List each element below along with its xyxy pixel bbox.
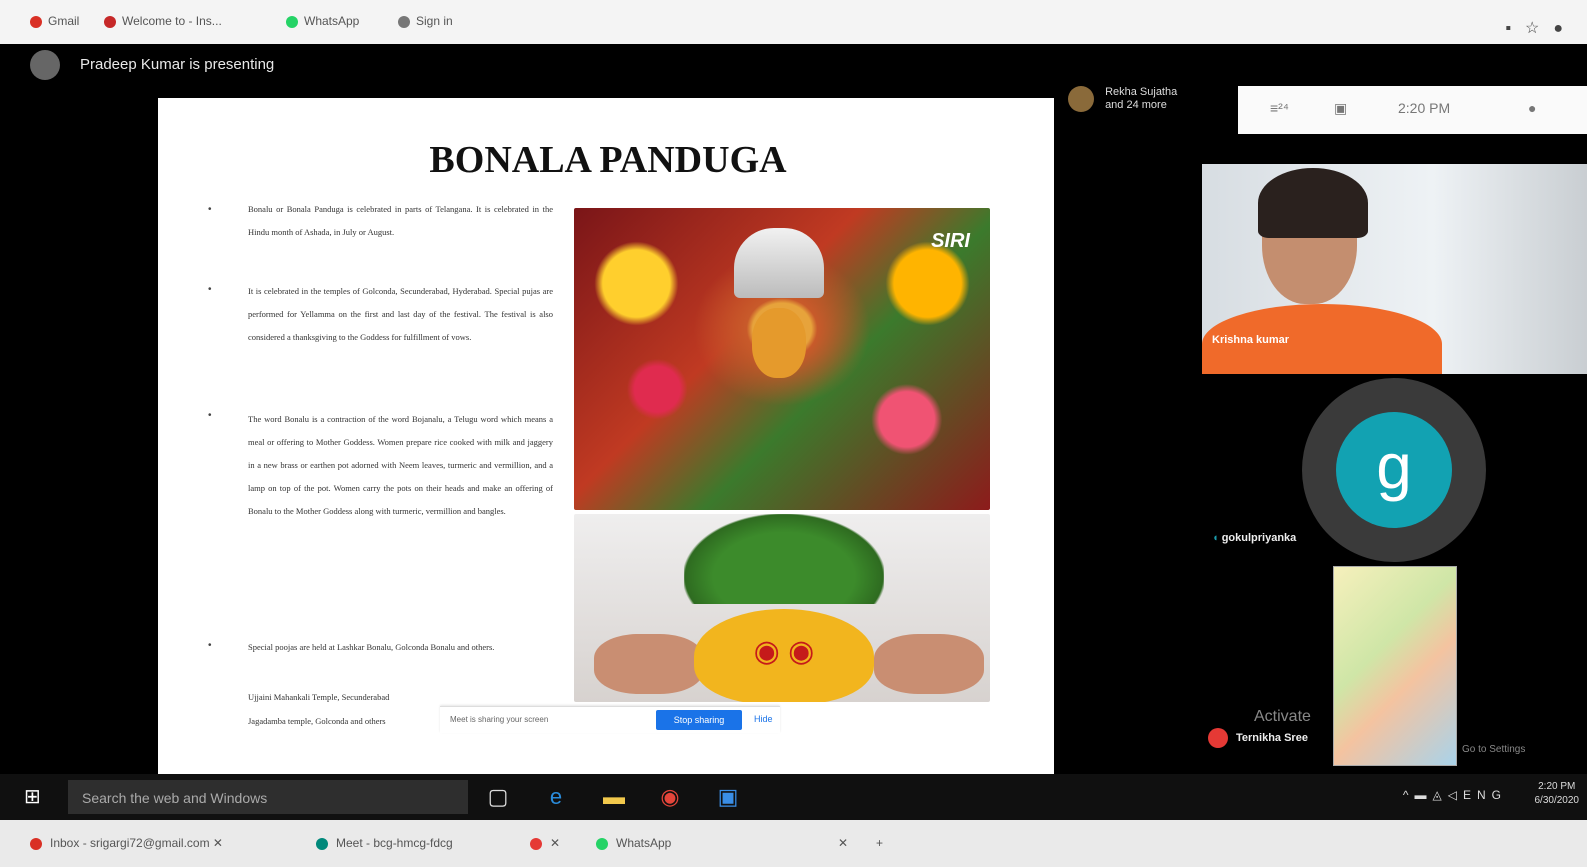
hand-shape <box>874 634 984 694</box>
pot-face-shape: ◉ ◉ <box>753 635 815 668</box>
globe-icon <box>398 15 410 28</box>
meet-top-tray: ≡²⁴ ▣ 2:20 PM ● <box>1238 86 1587 134</box>
meet-icon <box>316 837 328 850</box>
tab-gmail[interactable]: Inbox - srigargi72@gmail.com ✕ <box>30 836 223 850</box>
participant-name: Krishna kumar <box>1212 334 1290 346</box>
whatsapp-icon <box>286 15 298 28</box>
share-message: Meet is sharing your screen <box>450 715 549 724</box>
idol-face-shape <box>752 308 806 378</box>
extension-icon[interactable]: ● <box>1553 20 1577 37</box>
youtube-icon <box>104 15 116 28</box>
speaker-name: Rekha Sujatha <box>1105 86 1178 98</box>
presenter-avatar <box>30 50 60 80</box>
bullet-icon: • <box>208 410 212 421</box>
gmail-icon <box>30 837 42 850</box>
network-icon[interactable]: ◬ <box>1433 788 1448 802</box>
goddess-image: SIRI <box>574 208 990 510</box>
browser-bookmarks-bar: Gmail Welcome to - Ins... WhatsApp Sign … <box>0 0 1587 44</box>
active-speaker-card: Rekha Sujatha and 24 more <box>1068 86 1177 112</box>
neem-leaves-shape <box>684 514 884 604</box>
star-icon[interactable]: ☆ <box>1525 20 1553 37</box>
participant-map-tile[interactable] <box>1333 566 1457 766</box>
windows-activate-watermark: Activate <box>1254 708 1311 725</box>
slide-paragraph: The word Bonalu is a contraction of the … <box>248 414 553 516</box>
browser-tab-strip: Inbox - srigargi72@gmail.com ✕ Meet - bc… <box>0 820 1587 867</box>
audio-level-icon: ◖ <box>1212 532 1222 544</box>
bookmark-whatsapp[interactable]: WhatsApp <box>286 14 359 28</box>
bookmark-gmail[interactable]: Gmail <box>30 14 79 28</box>
stop-sharing-button[interactable]: Stop sharing <box>656 710 742 730</box>
speaker-avatar <box>1068 86 1094 112</box>
presenter-banner: Pradeep Kumar is presenting <box>30 50 274 80</box>
participant-avatar-tile[interactable]: g ◖ gokulpriyanka <box>1202 378 1587 562</box>
taskbar-search-input[interactable]: Search the web and Windows <box>68 780 468 814</box>
new-tab-button[interactable]: + <box>876 836 883 850</box>
bookmark-welcome[interactable]: Welcome to - Ins... <box>104 14 222 28</box>
meet-clock: 2:20 PM <box>1398 100 1451 116</box>
chat-icon[interactable]: ▣ <box>1334 100 1347 117</box>
gmail-icon <box>30 15 42 28</box>
edge-icon[interactable]: e <box>540 782 572 812</box>
presented-slide: BONALA PANDUGA • Bonalu or Bonala Pandug… <box>158 98 1054 784</box>
participant-video-tile[interactable]: Krishna kumar <box>1202 164 1587 374</box>
slide-paragraph: Bonalu or Bonala Panduga is celebrated i… <box>248 204 553 237</box>
participant-name-badge: Ternikha Sree <box>1208 728 1308 748</box>
store-icon[interactable]: ▣ <box>712 782 744 812</box>
hide-share-bar-button[interactable]: Hide <box>754 714 773 724</box>
bullet-icon: • <box>208 284 212 295</box>
slide-paragraph: Special poojas are held at Lashkar Bonal… <box>248 642 495 652</box>
tab-whatsapp[interactable]: WhatsApp <box>596 836 671 850</box>
screen-share-bar: Meet is sharing your screen Stop sharing… <box>440 706 780 733</box>
participant-avatar: g <box>1336 412 1452 528</box>
participant-initial-badge <box>1208 728 1228 748</box>
speaker-sub: and 24 more <box>1105 99 1167 111</box>
close-tab-icon[interactable]: ✕ <box>838 836 848 850</box>
bullet-icon: • <box>208 204 212 215</box>
tab-meet[interactable]: Meet - bcg-hmcg-fdcg <box>316 836 453 850</box>
slide-paragraph: It is celebrated in the temples of Golco… <box>248 286 553 342</box>
tray-lang[interactable]: ENG <box>1463 788 1507 802</box>
task-view-icon[interactable]: ▢ <box>482 782 514 812</box>
hand-shape <box>594 634 704 694</box>
slide-title: BONALA PANDUGA <box>429 139 787 181</box>
browser-toolbar-icons: ▪☆● <box>1505 18 1577 38</box>
crown-shape <box>734 228 824 298</box>
windows-taskbar: ⊞ Search the web and Windows ▢ e ▬ ◉ ▣ ^… <box>0 774 1587 820</box>
self-avatar[interactable]: ● <box>1528 100 1536 116</box>
chrome-icon[interactable]: ◉ <box>654 782 686 812</box>
participant-name: ◖ gokulpriyanka <box>1212 532 1297 544</box>
record-icon <box>530 837 542 850</box>
volume-icon[interactable]: ◁ <box>1448 788 1463 802</box>
whatsapp-icon <box>596 837 608 850</box>
windows-activate-subtext: Go to Settings <box>1462 744 1526 755</box>
image-logo: SIRI <box>931 230 970 252</box>
file-explorer-icon[interactable]: ▬ <box>598 782 630 812</box>
tab-recording[interactable]: ✕ <box>530 836 560 850</box>
chevron-up-icon[interactable]: ^ <box>1403 788 1415 802</box>
bonam-pot-image: ◉ ◉ <box>574 514 990 702</box>
battery-icon[interactable]: ▬ <box>1415 788 1433 802</box>
people-icon[interactable]: ≡²⁴ <box>1270 100 1289 116</box>
person-hair-shape <box>1258 168 1368 238</box>
bookmark-signin[interactable]: Sign in <box>398 14 453 28</box>
taskbar-clock[interactable]: 2:20 PM 6/30/2020 <box>1535 780 1580 808</box>
cast-icon[interactable]: ▪ <box>1505 20 1525 37</box>
windows-start-icon[interactable]: ⊞ <box>24 784 48 808</box>
system-tray: ^▬◬◁ENG <box>1403 788 1507 802</box>
bullet-icon: • <box>208 640 212 651</box>
